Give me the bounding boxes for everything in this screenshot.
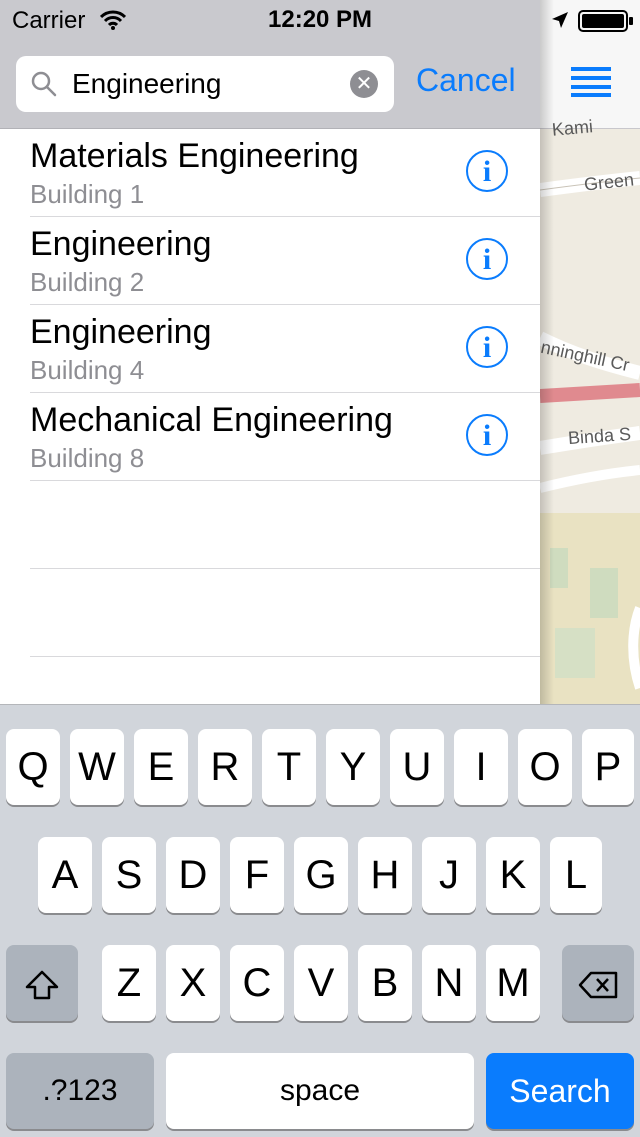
- result-subtitle: Building 4: [30, 355, 145, 385]
- info-icon[interactable]: i: [466, 414, 508, 456]
- menu-icon[interactable]: [571, 67, 611, 97]
- key-m[interactable]: M: [486, 945, 540, 1021]
- status-bar: Carrier 12:20 PM: [0, 0, 540, 40]
- shift-arrow-icon: [25, 971, 59, 1000]
- key-q[interactable]: Q: [6, 729, 60, 805]
- clock: 12:20 PM: [268, 6, 373, 33]
- results-list: Materials Engineering Building 1 i Engin…: [0, 129, 540, 657]
- status-bar-right: [540, 0, 640, 40]
- empty-row: [30, 569, 540, 657]
- list-item[interactable]: Engineering Building 4 i: [30, 305, 540, 393]
- backspace-icon: [578, 972, 618, 999]
- key-e[interactable]: E: [134, 729, 188, 805]
- keyboard: Q W E R T Y U I O P A S D F G H J K L Z …: [0, 704, 640, 1137]
- key-g[interactable]: G: [294, 837, 348, 913]
- map-view[interactable]: Kami Green nninghill Cr Binda S: [540, 0, 640, 704]
- info-icon[interactable]: i: [466, 326, 508, 368]
- wifi-icon: [100, 10, 126, 30]
- search-icon: [31, 71, 57, 97]
- key-j[interactable]: J: [422, 837, 476, 913]
- map-canvas[interactable]: Kami Green nninghill Cr Binda S: [540, 116, 640, 704]
- key-i[interactable]: I: [454, 729, 508, 805]
- space-key[interactable]: space: [166, 1053, 474, 1129]
- result-subtitle: Building 2: [30, 267, 145, 297]
- key-b[interactable]: B: [358, 945, 412, 1021]
- list-item[interactable]: Mechanical Engineering Building 8 i: [30, 393, 540, 481]
- result-title: Materials Engineering: [30, 137, 359, 175]
- key-o[interactable]: O: [518, 729, 572, 805]
- search-input[interactable]: [72, 66, 352, 102]
- key-d[interactable]: D: [166, 837, 220, 913]
- search-bar: ✕ Cancel: [0, 40, 540, 129]
- result-title: Engineering: [30, 313, 212, 351]
- key-t[interactable]: T: [262, 729, 316, 805]
- result-title: Engineering: [30, 225, 212, 263]
- delete-key[interactable]: [562, 945, 634, 1021]
- shift-key[interactable]: [6, 945, 78, 1021]
- key-h[interactable]: H: [358, 837, 412, 913]
- list-item[interactable]: Materials Engineering Building 1 i: [30, 129, 540, 217]
- carrier-label: Carrier: [12, 7, 86, 34]
- key-x[interactable]: X: [166, 945, 220, 1021]
- key-y[interactable]: Y: [326, 729, 380, 805]
- search-panel: Carrier 12:20 PM ✕ Cancel Materials Engi…: [0, 0, 540, 704]
- search-key[interactable]: Search: [486, 1053, 634, 1129]
- info-icon[interactable]: i: [466, 238, 508, 280]
- key-z[interactable]: Z: [102, 945, 156, 1021]
- key-w[interactable]: W: [70, 729, 124, 805]
- map-roads: [540, 171, 640, 704]
- cancel-button[interactable]: Cancel: [416, 62, 516, 99]
- info-icon[interactable]: i: [466, 150, 508, 192]
- key-u[interactable]: U: [390, 729, 444, 805]
- key-s[interactable]: S: [102, 837, 156, 913]
- map-label-street-1: Kami: [551, 116, 594, 140]
- result-subtitle: Building 8: [30, 443, 145, 473]
- map-label-street-4: Binda S: [567, 423, 632, 449]
- result-title: Mechanical Engineering: [30, 401, 393, 439]
- result-subtitle: Building 1: [30, 179, 145, 209]
- key-p[interactable]: P: [582, 729, 634, 805]
- key-n[interactable]: N: [422, 945, 476, 1021]
- panel-shadow: [540, 0, 554, 704]
- key-v[interactable]: V: [294, 945, 348, 1021]
- key-a[interactable]: A: [38, 837, 92, 913]
- list-item[interactable]: Engineering Building 2 i: [30, 217, 540, 305]
- empty-row: [30, 481, 540, 569]
- key-k[interactable]: K: [486, 837, 540, 913]
- numbers-key[interactable]: .?123: [6, 1053, 154, 1129]
- key-c[interactable]: C: [230, 945, 284, 1021]
- search-field[interactable]: ✕: [16, 56, 394, 112]
- key-r[interactable]: R: [198, 729, 252, 805]
- battery-icon: [578, 10, 633, 32]
- key-f[interactable]: F: [230, 837, 284, 913]
- key-l[interactable]: L: [550, 837, 602, 913]
- clear-text-icon[interactable]: ✕: [350, 70, 378, 98]
